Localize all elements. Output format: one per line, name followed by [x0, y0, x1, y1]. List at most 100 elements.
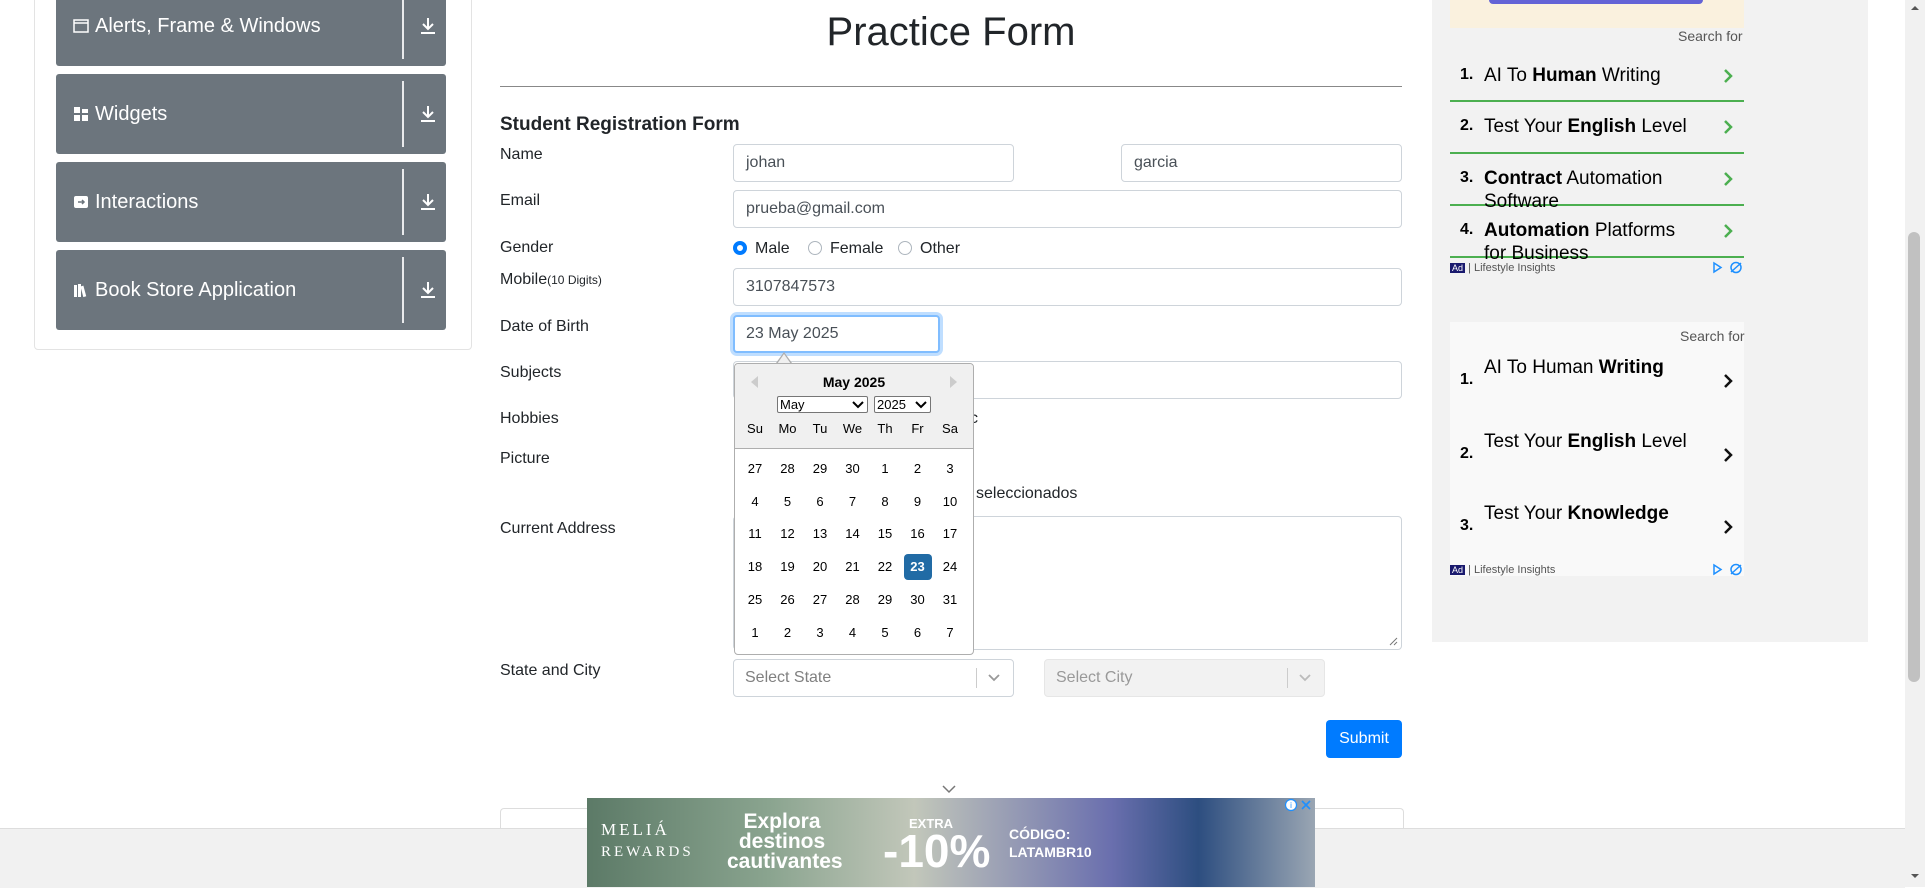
calendar-day-outside-month[interactable]: 3 — [806, 620, 834, 646]
calendar-day[interactable]: 25 — [741, 587, 769, 613]
sidebar-group-alerts[interactable]: Alerts, Frame & Windows — [56, 0, 446, 66]
name-label: Name — [500, 146, 543, 163]
calendar-day-outside-month[interactable]: 1 — [741, 620, 769, 646]
calendar-day-outside-month[interactable]: 30 — [839, 456, 867, 482]
calendar-day[interactable]: 15 — [871, 521, 899, 547]
ad-link-text: Test Your English Level — [1484, 115, 1699, 138]
calendar-day-outside-month[interactable]: 4 — [839, 620, 867, 646]
ad-search-link[interactable]: 2. Test Your English Level — [1450, 426, 1744, 484]
gender-male-radio[interactable]: Male — [733, 240, 790, 260]
calendar-day[interactable]: 16 — [904, 521, 932, 547]
next-month-icon[interactable] — [950, 376, 957, 388]
first-name-input[interactable]: johan — [733, 144, 1014, 182]
calendar-day[interactable]: 23 — [903, 554, 932, 581]
calendar-day[interactable]: 11 — [741, 521, 769, 547]
submit-button[interactable]: Submit — [1326, 720, 1402, 758]
divider — [402, 81, 404, 147]
ad-link-text-pre: AI To Human — [1484, 357, 1599, 378]
banner-brand: MELIÁ — [601, 820, 670, 839]
last-name-input[interactable]: garcia — [1121, 144, 1402, 182]
ad-search-link[interactable]: 3. Test Your Knowledge — [1450, 498, 1744, 556]
adchoices-icon[interactable] — [1712, 563, 1744, 576]
calendar-day[interactable]: 30 — [904, 587, 932, 613]
month-select-value: May — [780, 397, 805, 412]
calendar-day[interactable]: 28 — [839, 587, 867, 613]
ad-search-link[interactable]: 3. Contract Automation Software — [1450, 154, 1744, 212]
calendar-day-outside-month[interactable]: 29 — [806, 456, 834, 482]
calendar-day[interactable]: 22 — [871, 554, 899, 580]
chevron-down-icon[interactable] — [941, 783, 957, 795]
divider — [402, 169, 404, 235]
calendar-day-outside-month[interactable]: 28 — [774, 456, 802, 482]
ad-search-link[interactable]: 1. AI To Human Writing — [1450, 352, 1744, 410]
adchoices-icon[interactable] — [1712, 261, 1744, 274]
calendar-day[interactable]: 20 — [806, 554, 834, 580]
scroll-up-icon[interactable] — [1909, 4, 1921, 12]
chevron-right-icon — [1724, 224, 1733, 238]
month-select[interactable]: May — [777, 396, 868, 413]
calendar-day-outside-month[interactable]: 7 — [936, 620, 964, 646]
gender-female-radio[interactable]: Female — [808, 240, 883, 260]
calendar-day[interactable]: 1 — [871, 456, 899, 482]
calendar-day[interactable]: 19 — [774, 554, 802, 580]
calendar-day-outside-month[interactable]: 5 — [871, 620, 899, 646]
radio-label: Male — [755, 240, 790, 257]
calendar-day[interactable]: 26 — [774, 587, 802, 613]
calendar-day[interactable]: 4 — [741, 489, 769, 515]
calendar-day[interactable]: 10 — [936, 489, 964, 515]
state-select[interactable]: Select State — [733, 659, 1014, 697]
year-select[interactable]: 2025 — [874, 396, 931, 413]
scroll-down-icon[interactable] — [1909, 872, 1921, 880]
chevron-down-icon — [1299, 674, 1311, 682]
divider — [402, 0, 404, 59]
gender-other-radio[interactable]: Other — [898, 240, 960, 260]
calendar-day[interactable]: 9 — [904, 489, 932, 515]
ad-search-link[interactable]: 1. AI To Human Writing — [1450, 52, 1744, 102]
state-city-label: State and City — [500, 662, 601, 679]
calendar-day[interactable]: 27 — [806, 587, 834, 613]
calendar-day[interactable]: 21 — [839, 554, 867, 580]
download-icon[interactable] — [416, 14, 440, 38]
ad-search-for: Search for — [1678, 28, 1743, 44]
calendar-day[interactable]: 12 — [774, 521, 802, 547]
calendar-day-outside-month[interactable]: 2 — [774, 620, 802, 646]
sidebar-group-interactions[interactable]: Interactions — [56, 162, 446, 242]
calendar-day-outside-month[interactable]: 6 — [904, 620, 932, 646]
ad-link-number: 1. — [1460, 66, 1474, 83]
dob-input[interactable]: 23 May 2025 — [733, 315, 940, 353]
ad-close-icon[interactable]: i — [1284, 798, 1314, 812]
ad-link-text: Test Your Knowledge — [1484, 502, 1699, 525]
calendar-day[interactable]: 29 — [871, 587, 899, 613]
picture-file-status: seleccionados — [976, 485, 1078, 502]
calendar-day[interactable]: 5 — [774, 489, 802, 515]
calendar-day[interactable]: 8 — [871, 489, 899, 515]
calendar-day[interactable]: 18 — [741, 554, 769, 580]
download-icon[interactable] — [416, 102, 440, 126]
ad-link-text-bold: Automation — [1484, 220, 1590, 241]
calendar-day[interactable]: 3 — [936, 456, 964, 482]
chevron-right-icon — [1724, 374, 1733, 388]
sidebar-group-book-store[interactable]: Book Store Application — [56, 250, 446, 330]
download-icon[interactable] — [416, 190, 440, 214]
download-icon[interactable] — [416, 278, 440, 302]
bottom-banner-ad[interactable]: MELIÁ REWARDS Explora destinos cautivant… — [587, 798, 1315, 887]
calendar-day[interactable]: 6 — [806, 489, 834, 515]
ad-search-link[interactable]: 4. Automation Platforms for Business — [1450, 206, 1744, 264]
calendar-day[interactable]: 2 — [904, 456, 932, 482]
email-input[interactable]: prueba@gmail.com — [733, 190, 1402, 228]
calendar-day[interactable]: 14 — [839, 521, 867, 547]
calendar-day[interactable]: 31 — [936, 587, 964, 613]
calendar-day[interactable]: 17 — [936, 521, 964, 547]
chevron-right-icon — [1724, 520, 1733, 534]
calendar-day[interactable]: 7 — [839, 489, 867, 515]
calendar-day[interactable]: 24 — [936, 554, 964, 580]
ad-search-link[interactable]: 2. Test Your English Level — [1450, 102, 1744, 154]
city-placeholder: Select City — [1056, 669, 1133, 686]
calendar-day-outside-month[interactable]: 27 — [741, 456, 769, 482]
resize-handle-icon[interactable] — [1388, 636, 1398, 646]
city-select[interactable]: Select City — [1044, 659, 1325, 697]
sidebar-group-widgets[interactable]: Widgets — [56, 74, 446, 154]
scrollbar-thumb[interactable] — [1908, 232, 1920, 682]
calendar-day[interactable]: 13 — [806, 521, 834, 547]
mobile-input[interactable]: 3107847573 — [733, 268, 1402, 306]
